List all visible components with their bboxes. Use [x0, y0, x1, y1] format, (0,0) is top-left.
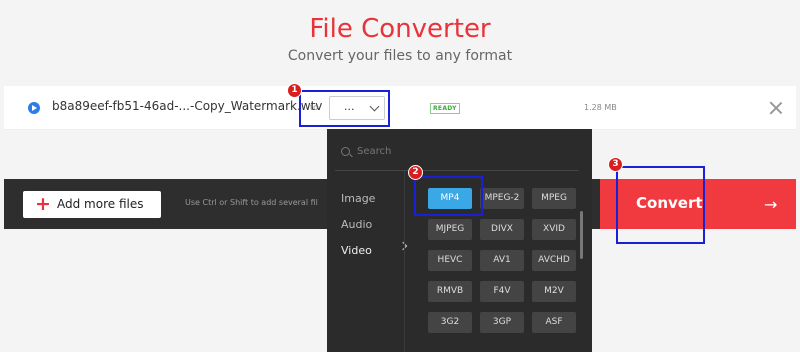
hint-text: Use Ctrl or Shift to add several fil — [185, 198, 318, 207]
file-name: b8a89eef-fb51-46ad-...-Copy_Watermark.wt… — [52, 99, 323, 113]
close-icon[interactable] — [769, 101, 783, 115]
dropdown-scrollbar[interactable] — [580, 211, 583, 259]
annotation-badge-2: 2 — [408, 165, 423, 180]
file-row: b8a89eef-fb51-46ad-...-Copy_Watermark.wt… — [4, 86, 796, 130]
file-size: 1.28 MB — [584, 103, 617, 112]
page-subtitle: Convert your files to any format — [287, 48, 513, 64]
search-input[interactable]: Search — [357, 146, 391, 157]
search-icon — [341, 147, 350, 156]
annotation-box-convert — [616, 166, 705, 244]
format-f4v[interactable]: F4V — [480, 281, 524, 302]
format-xvid[interactable]: XVID — [532, 219, 576, 240]
category-image[interactable]: Image — [341, 192, 375, 205]
format-dropdown: Search Image Audio Video MP4 MPEG-2 MPEG… — [327, 129, 592, 352]
format-mpeg[interactable]: MPEG — [532, 188, 576, 209]
chevron-right-icon — [398, 241, 408, 251]
annotation-badge-3: 3 — [608, 157, 623, 172]
add-more-files-label: Add more files — [57, 197, 144, 211]
format-rmvb[interactable]: RMVB — [428, 281, 472, 302]
format-3g2[interactable]: 3G2 — [428, 312, 472, 333]
status-badge: READY — [430, 103, 460, 114]
annotation-box-mp4 — [414, 176, 483, 216]
category-divider — [404, 171, 405, 352]
add-more-files-button[interactable]: + Add more files — [23, 191, 161, 218]
format-mpeg-2[interactable]: MPEG-2 — [480, 188, 524, 209]
category-video[interactable]: Video — [341, 244, 372, 257]
annotation-box-format-select — [299, 90, 390, 127]
page-title: File Converter — [309, 14, 491, 44]
format-m2v[interactable]: M2V — [532, 281, 576, 302]
plus-icon: + — [35, 193, 51, 215]
search-divider — [335, 170, 579, 171]
annotation-badge-1: 1 — [287, 83, 302, 98]
arrow-right-icon: → — [764, 195, 778, 214]
format-divx[interactable]: DIVX — [480, 219, 524, 240]
format-avchd[interactable]: AVCHD — [532, 250, 576, 271]
category-audio[interactable]: Audio — [341, 218, 372, 231]
format-asf[interactable]: ASF — [532, 312, 576, 333]
play-icon — [28, 102, 40, 114]
format-av1[interactable]: AV1 — [480, 250, 524, 271]
format-hevc[interactable]: HEVC — [428, 250, 472, 271]
format-3gp[interactable]: 3GP — [480, 312, 524, 333]
format-mjpeg[interactable]: MJPEG — [428, 219, 472, 240]
